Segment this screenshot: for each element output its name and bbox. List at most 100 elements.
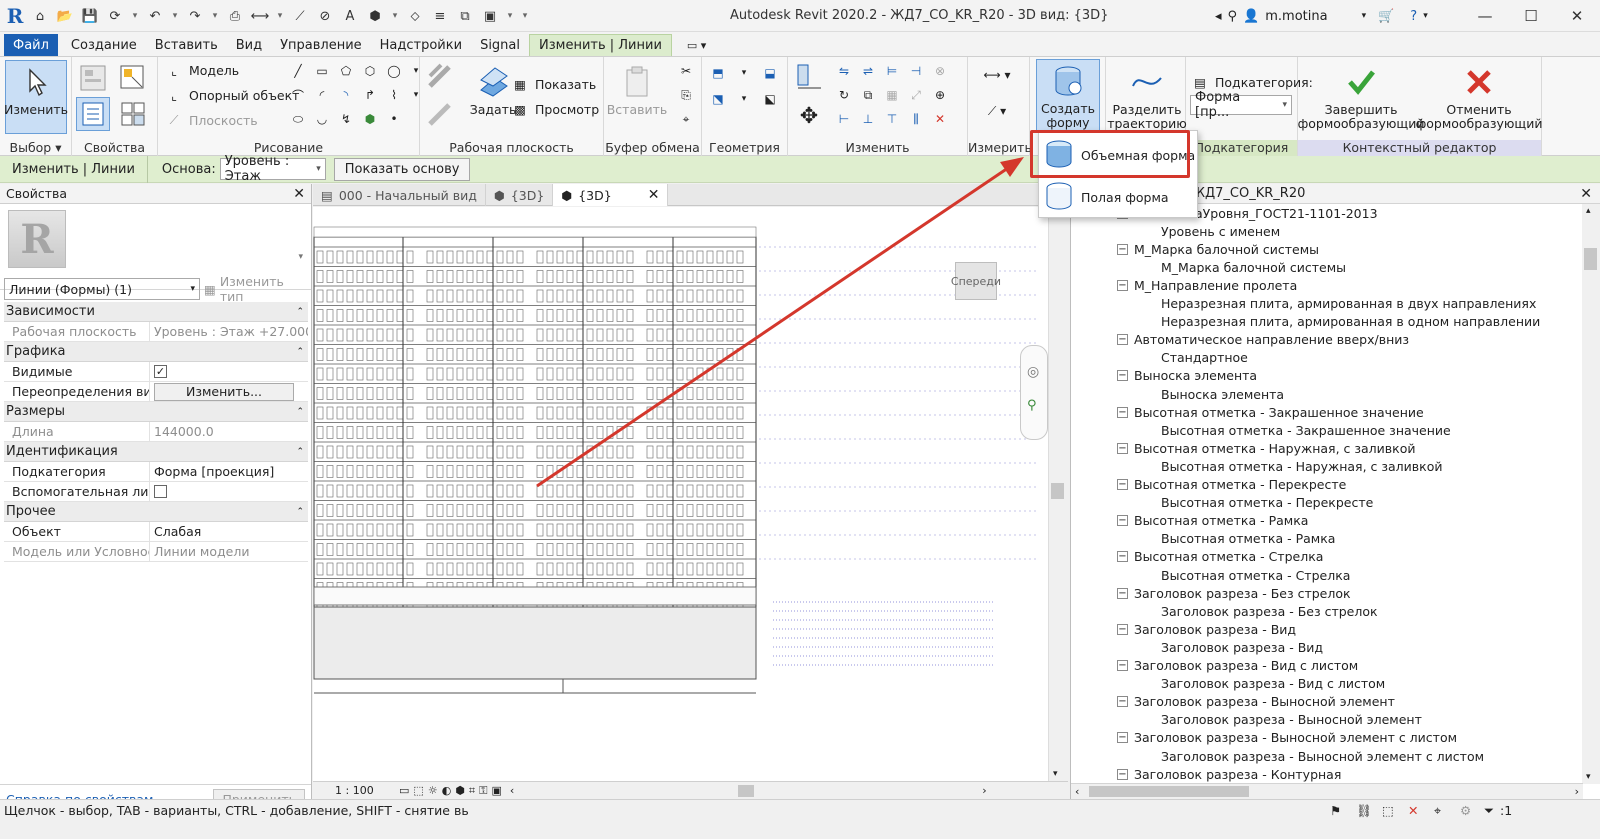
browser-group-item[interactable]: − Заголовок разреза - Контурная (1117, 765, 1341, 783)
dropdown-arrow-icon[interactable]: ▾ (209, 5, 221, 27)
move-icon[interactable]: ✥ (794, 101, 824, 131)
browser-group-item[interactable]: − Заголовок разреза - Без стрелок (1117, 584, 1351, 602)
browser-group-item[interactable]: − Заголовок разреза - Выносной элемент с … (1117, 729, 1457, 747)
dimension-icon[interactable]: ⟋ (289, 5, 311, 27)
measure-distance-icon[interactable]: ⟷ ▾ (974, 65, 1020, 85)
show-base-button[interactable]: Показать основу (333, 157, 471, 181)
close-icon[interactable]: ✕ (648, 187, 660, 203)
select-links-icon[interactable]: ⛓ (1356, 803, 1372, 819)
chevron-down-icon[interactable]: ▾ (1423, 11, 1428, 21)
set-workplane-button[interactable]: Задать (462, 61, 524, 133)
hide-icon[interactable]: ▣ (491, 784, 501, 797)
join-icon[interactable]: ⬓ (758, 61, 782, 85)
shadows-icon[interactable]: ◐ (442, 784, 452, 797)
tab-signal[interactable]: Signal (471, 34, 529, 56)
collapse-toggle-icon[interactable]: − (1117, 370, 1128, 382)
cut-geometry-icon[interactable]: ⬒ (706, 61, 730, 85)
lock-view-icon[interactable]: ⚿ (479, 784, 487, 798)
back-icon[interactable]: ◂ (1215, 9, 1222, 24)
browser-leaf-item[interactable]: Уровень с именем (1161, 222, 1280, 240)
user-icon[interactable]: 👤 (1243, 9, 1259, 24)
overrides-edit-button[interactable]: Изменить... (154, 382, 294, 401)
tab-home-view[interactable]: ▤ 000 - Начальный вид (313, 184, 486, 206)
scroll-down-icon[interactable]: ▾ (1053, 769, 1058, 779)
circle-icon[interactable]: ◯ (382, 59, 406, 83)
browser-group-item[interactable]: − Высотная отметка - Стрелка (1117, 548, 1323, 566)
cancel-form-button[interactable]: Отменить формообразующий (1416, 61, 1542, 133)
scroll-thumb[interactable] (1051, 483, 1064, 499)
show-workplane-button[interactable]: ▦ Показать (510, 73, 596, 95)
align-icon[interactable] (794, 61, 824, 91)
arc-center-icon[interactable]: ◜ (310, 83, 334, 107)
pick-lines-icon[interactable]: ↯ (334, 107, 358, 131)
browser-group-item[interactable]: − Высотная отметка - Закрашенное значение (1117, 403, 1424, 421)
select-panel-label[interactable]: Выбор ▾ (0, 140, 71, 157)
3d-view-icon[interactable]: ⬢ (364, 5, 386, 27)
type-selector[interactable]: Линии (Формы) (1) ▾ (4, 278, 200, 300)
group-dimensions[interactable]: Размеры ⌃ (4, 402, 308, 422)
scroll-right-icon[interactable]: › (1575, 785, 1579, 798)
tab-insert[interactable]: Вставить (146, 34, 227, 56)
tag-icon[interactable]: ⊘ (314, 5, 336, 27)
filter-icon[interactable]: ⏷ (1484, 803, 1494, 819)
reference-line-button[interactable]: ⌞ Опорный объект (164, 84, 299, 106)
browser-group-item[interactable]: − Заголовок разреза - Вид с листом (1117, 657, 1358, 675)
type-properties-icon[interactable] (116, 97, 150, 131)
split-icon[interactable]: ⊣ (904, 59, 928, 83)
collapse-toggle-icon[interactable]: − (1117, 623, 1128, 635)
scroll-right-icon[interactable]: › (982, 784, 986, 797)
unpin-icon[interactable]: ⊕ (928, 83, 952, 107)
zoom-icon[interactable]: ⚲ (1027, 398, 1037, 413)
tab-modify-lines[interactable]: Изменить | Линии (529, 34, 672, 56)
chevron-down-icon[interactable]: ▾ (298, 252, 303, 262)
paste-button[interactable]: Вставить (606, 61, 668, 133)
open-icon[interactable]: 📂 (54, 5, 76, 27)
dropdown-arrow-icon[interactable]: ▾ (389, 5, 401, 27)
collapse-toggle-icon[interactable]: − (1117, 660, 1128, 671)
browser-horizontal-scrollbar[interactable]: ‹ › (1071, 783, 1583, 799)
rebar2-icon[interactable] (426, 99, 454, 129)
browser-leaf-item[interactable]: Заголовок разреза - Выносной элемент (1161, 711, 1422, 729)
trim-single-icon[interactable]: ⊥ (856, 107, 880, 131)
collapse-toggle-icon[interactable]: − (1117, 768, 1128, 780)
print-icon[interactable]: ⎙ (224, 5, 246, 27)
browser-group-item[interactable]: − М_Марка балочной системы (1117, 240, 1319, 258)
select-pinned-icon[interactable]: ✕ (1408, 803, 1418, 818)
scroll-thumb[interactable] (1089, 786, 1249, 797)
browser-leaf-item[interactable]: Высотная отметка - Перекресте (1161, 494, 1373, 512)
tab-addins[interactable]: Надстройки (371, 34, 471, 56)
browser-leaf-item[interactable]: М_Марка балочной системы (1161, 258, 1346, 276)
split-face-icon[interactable]: ⬕ (758, 87, 782, 111)
home-icon[interactable]: ⌂ (29, 5, 51, 27)
viewcube[interactable]: Спереди (951, 262, 1001, 300)
steering-wheel-icon[interactable]: ◎ (1027, 364, 1039, 380)
browser-leaf-item[interactable]: Высотная отметка - Стрелка (1161, 566, 1350, 584)
plane-button[interactable]: ⟋ Плоскость (164, 109, 258, 131)
collapse-toggle-icon[interactable]: − (1117, 732, 1128, 744)
tab-create[interactable]: Создание (62, 34, 146, 56)
tab-view[interactable]: Вид (227, 34, 271, 56)
browser-leaf-item[interactable]: Заголовок разреза - Без стрелок (1161, 602, 1378, 620)
hscroll-thumb[interactable] (738, 784, 755, 797)
line-icon[interactable]: ╱ (286, 59, 310, 83)
browser-leaf-item[interactable]: Высотная отметка - Наружная, с заливкой (1161, 457, 1442, 475)
delete-icon[interactable]: ✕ (928, 107, 952, 131)
modify-button[interactable]: Изменить (4, 60, 68, 134)
select-by-face-icon[interactable]: ⌖ (1434, 803, 1441, 819)
sun-path-icon[interactable]: ☼ (428, 784, 438, 797)
divide-path-button[interactable]: Разделить траекторию (1107, 61, 1187, 133)
tab-3d-view-active[interactable]: ⬢ {3D} ✕ (553, 184, 669, 206)
group-constraints[interactable]: Зависимости ⌃ (4, 302, 308, 322)
tab-file[interactable]: Файл (4, 34, 58, 56)
scroll-left-icon[interactable]: ‹ (1075, 785, 1079, 798)
close-hidden-icon[interactable]: ⧉ (454, 5, 476, 27)
collapse-toggle-icon[interactable]: − (1117, 406, 1128, 418)
model-line-button[interactable]: ⌞ Модель (164, 59, 239, 81)
visual-style-icon[interactable]: ⬚ (413, 784, 423, 797)
detail-level-icon[interactable]: ▭ (399, 784, 409, 797)
minimize-icon[interactable]: — (1462, 0, 1508, 32)
dropdown-arrow-icon[interactable]: ▾ (169, 5, 181, 27)
point-icon[interactable]: • (382, 107, 406, 131)
browser-leaf-item[interactable]: Выноска элемента (1161, 385, 1284, 403)
pick-faces-icon[interactable]: ⬢ (358, 107, 382, 131)
